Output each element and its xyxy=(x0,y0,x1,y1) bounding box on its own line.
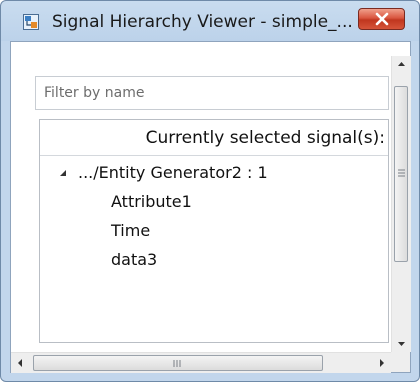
arrow-right-icon xyxy=(380,359,384,367)
viewer-client-area: Currently selected signal(s): .../Entity… xyxy=(10,41,411,373)
expanded-triangle-icon[interactable] xyxy=(58,168,68,178)
grip-icon xyxy=(398,169,405,177)
app-icon xyxy=(23,14,39,30)
arrow-left-icon xyxy=(18,359,22,367)
arrow-down-icon xyxy=(398,342,405,346)
vertical-scroll-thumb[interactable] xyxy=(394,86,408,262)
vertical-scrollbar[interactable] xyxy=(391,56,411,352)
filter-input[interactable] xyxy=(35,76,389,110)
tree-item-child[interactable]: data3 xyxy=(111,249,157,271)
tree-item-child[interactable]: Time xyxy=(111,220,150,242)
scroll-up-button[interactable] xyxy=(392,56,411,73)
horizontal-scrollbar[interactable] xyxy=(11,352,391,373)
scrollbar-corner xyxy=(391,352,410,372)
scroll-right-button[interactable] xyxy=(373,353,391,373)
scroll-left-button[interactable] xyxy=(11,353,29,373)
window-title: Signal Hierarchy Viewer - simple_... xyxy=(52,12,353,32)
tree-item-child[interactable]: Attribute1 xyxy=(111,191,192,213)
signal-tree[interactable]: Currently selected signal(s): .../Entity… xyxy=(39,119,389,343)
close-icon xyxy=(375,12,389,26)
grip-icon xyxy=(173,360,181,367)
horizontal-scroll-thumb[interactable] xyxy=(33,355,323,371)
tree-header: Currently selected signal(s): xyxy=(40,120,388,156)
arrow-up-icon xyxy=(398,62,405,66)
signal-hierarchy-viewer-window: Signal Hierarchy Viewer - simple_... Cur… xyxy=(0,0,420,382)
close-button[interactable] xyxy=(358,8,405,30)
title-bar[interactable]: Signal Hierarchy Viewer - simple_... xyxy=(1,1,419,41)
tree-item-root[interactable]: .../Entity Generator2 : 1 xyxy=(78,162,268,184)
scroll-down-button[interactable] xyxy=(392,335,411,352)
